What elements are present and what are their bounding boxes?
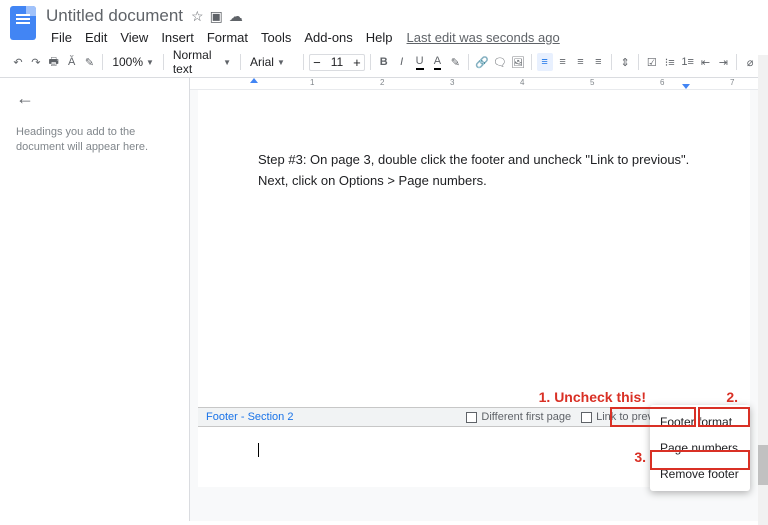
style-value: Normal text bbox=[173, 48, 220, 76]
page[interactable]: Step #3: On page 3, double click the foo… bbox=[198, 90, 750, 450]
highlight-box-page-numbers bbox=[650, 450, 750, 470]
menu-view[interactable]: View bbox=[115, 28, 153, 47]
font-select[interactable]: Arial▼ bbox=[246, 51, 298, 73]
checkbox-icon[interactable] bbox=[466, 412, 477, 423]
align-right-icon[interactable]: ≡ bbox=[572, 53, 588, 71]
caret-icon: ▼ bbox=[277, 58, 285, 67]
print-icon[interactable]: 🖶 bbox=[46, 53, 62, 71]
document-title[interactable]: Untitled document bbox=[46, 6, 183, 26]
highlight-icon[interactable]: ✎ bbox=[447, 53, 463, 71]
separator bbox=[468, 54, 469, 70]
menu-addons[interactable]: Add-ons bbox=[299, 28, 357, 47]
bold-icon[interactable]: B bbox=[376, 53, 392, 71]
ruler-tick: 1 bbox=[310, 78, 314, 87]
last-edit-link[interactable]: Last edit was seconds ago bbox=[407, 30, 560, 45]
annotation-3: 3. bbox=[634, 449, 646, 465]
menu-help[interactable]: Help bbox=[361, 28, 398, 47]
move-icon[interactable]: ▣ bbox=[210, 8, 223, 25]
align-justify-icon[interactable]: ≡ bbox=[590, 53, 606, 71]
document-area: 1 2 3 4 5 6 7 Step #3: On page 3, double… bbox=[190, 78, 768, 521]
paint-format-icon[interactable]: ✎ bbox=[82, 53, 98, 71]
indent-marker-icon[interactable] bbox=[250, 78, 258, 83]
toolbar: ↶ ↷ 🖶 Ă ✎ 100%▼ Normal text▼ Arial▼ − 11… bbox=[0, 47, 768, 78]
highlight-box-link-previous bbox=[610, 407, 696, 427]
main: ← Headings you add to the document will … bbox=[0, 78, 768, 521]
zoom-select[interactable]: 100%▼ bbox=[108, 51, 158, 73]
style-select[interactable]: Normal text▼ bbox=[169, 51, 235, 73]
text-cursor bbox=[258, 443, 259, 457]
font-value: Arial bbox=[250, 55, 274, 69]
cloud-icon[interactable]: ☁ bbox=[229, 8, 243, 25]
align-center-icon[interactable]: ≡ bbox=[555, 53, 571, 71]
comment-icon[interactable]: 🗨 bbox=[492, 53, 508, 71]
separator bbox=[240, 54, 241, 70]
separator bbox=[370, 54, 371, 70]
highlight-box-options bbox=[698, 407, 750, 427]
separator bbox=[163, 54, 164, 70]
italic-icon[interactable]: I bbox=[394, 53, 410, 71]
outline-hint: Headings you add to the document will ap… bbox=[16, 125, 173, 156]
font-size-stepper[interactable]: − 11 + bbox=[309, 54, 365, 71]
title-actions: ☆ ▣ ☁ bbox=[191, 8, 243, 25]
different-first-page-checkbox[interactable]: Different first page bbox=[466, 411, 571, 423]
outdent-icon[interactable]: ⇤ bbox=[698, 53, 714, 71]
align-left-icon[interactable]: ≡ bbox=[537, 53, 553, 71]
footer-section-label: Footer - Section 2 bbox=[206, 411, 293, 423]
spellcheck-icon[interactable]: Ă bbox=[64, 53, 80, 71]
zoom-value: 100% bbox=[112, 55, 143, 69]
ruler-tick: 2 bbox=[380, 78, 384, 87]
separator bbox=[611, 54, 612, 70]
text-color-icon[interactable]: A bbox=[429, 53, 445, 71]
right-margin-marker-icon[interactable] bbox=[682, 84, 690, 89]
ruler-tick: 6 bbox=[660, 78, 664, 87]
ruler-tick: 3 bbox=[450, 78, 454, 87]
caret-icon: ▼ bbox=[223, 58, 231, 67]
indent-icon[interactable]: ⇥ bbox=[715, 53, 731, 71]
ruler[interactable]: 1 2 3 4 5 6 7 bbox=[190, 78, 768, 90]
image-icon[interactable]: 🖼 bbox=[510, 53, 526, 71]
separator bbox=[531, 54, 532, 70]
menu-insert[interactable]: Insert bbox=[156, 28, 199, 47]
ruler-tick: 7 bbox=[730, 78, 734, 87]
checklist-icon[interactable]: ☑ bbox=[644, 53, 660, 71]
separator bbox=[638, 54, 639, 70]
checkbox-label: Different first page bbox=[481, 411, 571, 423]
checkbox-icon[interactable] bbox=[581, 412, 592, 423]
line-spacing-icon[interactable]: ⇕ bbox=[617, 53, 633, 71]
vertical-scrollbar[interactable] bbox=[758, 55, 768, 525]
menu-bar: File Edit View Insert Format Tools Add-o… bbox=[46, 28, 560, 47]
clear-format-icon[interactable]: ⌀ bbox=[742, 53, 758, 71]
separator bbox=[736, 54, 737, 70]
font-size-value[interactable]: 11 bbox=[324, 55, 350, 69]
annotation-2: 2. bbox=[726, 389, 738, 405]
scrollbar-thumb[interactable] bbox=[758, 445, 768, 485]
menu-edit[interactable]: Edit bbox=[80, 28, 112, 47]
undo-icon[interactable]: ↶ bbox=[10, 53, 26, 71]
star-icon[interactable]: ☆ bbox=[191, 8, 204, 25]
underline-icon[interactable]: U bbox=[412, 53, 428, 71]
decrease-icon[interactable]: − bbox=[310, 55, 324, 70]
caret-icon: ▼ bbox=[146, 58, 154, 67]
menu-format[interactable]: Format bbox=[202, 28, 253, 47]
bullet-list-icon[interactable]: ⁝≡ bbox=[662, 53, 678, 71]
separator bbox=[303, 54, 304, 70]
docs-logo-icon[interactable] bbox=[10, 6, 36, 40]
body-text[interactable]: Step #3: On page 3, double click the foo… bbox=[258, 150, 690, 192]
link-icon[interactable]: 🔗 bbox=[474, 53, 490, 71]
increase-icon[interactable]: + bbox=[350, 55, 364, 70]
ruler-tick: 4 bbox=[520, 78, 524, 87]
title-row: Untitled document ☆ ▣ ☁ bbox=[46, 6, 560, 26]
menu-file[interactable]: File bbox=[46, 28, 77, 47]
header: Untitled document ☆ ▣ ☁ File Edit View I… bbox=[0, 0, 768, 47]
separator bbox=[102, 54, 103, 70]
back-arrow-icon[interactable]: ← bbox=[16, 88, 173, 109]
outline-panel: ← Headings you add to the document will … bbox=[0, 78, 190, 521]
ruler-tick: 5 bbox=[590, 78, 594, 87]
annotation-1: 1. Uncheck this! bbox=[539, 389, 646, 405]
redo-icon[interactable]: ↷ bbox=[28, 53, 44, 71]
number-list-icon[interactable]: 1≡ bbox=[680, 53, 696, 71]
menu-tools[interactable]: Tools bbox=[256, 28, 296, 47]
